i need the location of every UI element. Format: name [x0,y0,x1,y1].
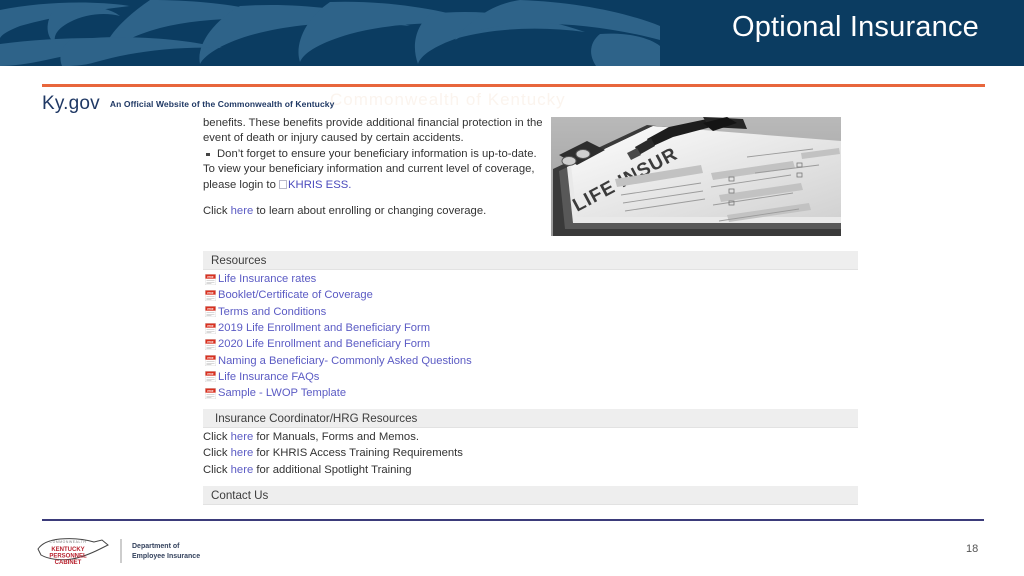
enrolling-paragraph: Click here to learn about enrolling or c… [203,204,548,219]
resource-link[interactable]: Terms and Conditions [218,306,326,318]
coordinator-line: Click here for Manuals, Forms and Memos. [203,429,463,445]
svg-text:PDF: PDF [207,340,213,344]
svg-text:PDF: PDF [207,307,213,311]
svg-text:PDF: PDF [207,356,213,360]
coordinator-links: Click here for Manuals, Forms and Memos.… [203,429,463,478]
click-prefix: Click [203,463,231,476]
broken-image-icon [279,179,287,189]
kygov-gov: .gov [63,93,100,114]
page-number: 18 [966,543,979,555]
click-prefix: Click [203,205,231,218]
logo-line-1: KENTUCKY [51,547,84,553]
pdf-icon: PDF [205,289,216,301]
list-item: Don’t forget to ensure your beneficiary … [203,147,548,162]
svg-text:PDF: PDF [207,324,213,328]
resource-link[interactable]: Life Insurance rates [218,273,316,285]
webpage-screenshot: Commonwealth of Kentucky Ky.gov An Offic… [0,66,1024,512]
click-prefix: Click [203,431,231,443]
background-ghost-text: Commonwealth of Kentucky [330,90,566,109]
list-item[interactable]: PDF Life Insurance FAQs [205,369,472,385]
coordinator-line: Click here for additional Spotlight Trai… [203,462,463,478]
beneficiary-text: To view your beneficiary information and… [203,163,535,191]
section-title-resources: Resources [211,254,267,267]
logo-line-3: CABINET [55,560,82,566]
bullet-list: Don’t forget to ensure your beneficiary … [203,147,548,162]
resource-link[interactable]: Naming a Beneficiary- Commonly Asked Que… [218,355,472,367]
section-header-contact: Contact Us [203,486,858,505]
footer-divider [42,519,984,521]
paragraph-continued: benefits. These benefits provide additio… [203,117,543,145]
section-title-contact: Contact Us [211,489,269,502]
svg-text:PDF: PDF [207,389,213,393]
khris-ess-link[interactable]: KHRIS ESS. [288,179,351,191]
resources-list: PDF Life Insurance rates PDF Booklet/Cer… [205,271,472,401]
beneficiary-paragraph: To view your beneficiary information and… [203,162,548,193]
list-item[interactable]: PDF 2019 Life Enrollment and Beneficiary… [205,320,472,336]
orange-divider [42,84,985,87]
pdf-icon: PDF [205,306,216,318]
here-link-spotlight[interactable]: here [231,464,254,476]
dept-line-1: Department of [132,543,180,550]
svg-text:PDF: PDF [207,275,213,279]
resource-link[interactable]: Booklet/Certificate of Coverage [218,289,373,301]
title-banner: Optional Insurance [0,0,1024,66]
svg-text:PDF: PDF [207,372,213,376]
click-prefix: Click [203,447,231,460]
here-link-khris-training[interactable]: here [231,447,254,459]
logo-line-2: PERSONNEL [49,554,87,560]
kygov-logo[interactable]: Ky.gov An Official Website of the Common… [42,93,334,115]
click-suffix: for Manuals, Forms and Memos. [253,431,419,443]
pdf-icon: PDF [205,355,216,367]
kygov-tagline: An Official Website of the Commonwealth … [109,99,335,109]
pdf-icon: PDF [205,322,216,334]
dept-line-2: Employee Insurance [132,553,200,560]
page-body-column: benefits. These benefits provide additio… [203,116,548,219]
list-item[interactable]: PDF 2020 Life Enrollment and Beneficiary… [205,336,472,352]
slide-title: Optional Insurance [731,11,979,43]
list-item[interactable]: PDF Terms and Conditions [205,304,472,320]
here-link-enrolling[interactable]: here [231,205,254,217]
resource-link[interactable]: Life Insurance FAQs [218,371,319,383]
pdf-icon: PDF [205,387,216,399]
banner-swirl-art [0,0,660,66]
pdf-icon: PDF [205,273,216,285]
list-item[interactable]: PDF Booklet/Certificate of Coverage [205,287,472,303]
pdf-icon: PDF [205,371,216,383]
kentucky-personnel-cabinet-logo: COMMONWEALTH KENTUCKY PERSONNEL CABINET … [37,538,200,566]
photo-graphic: LIFE INSUR [551,117,841,236]
slide: Optional Insurance Commonwealth of Kentu… [0,0,1024,576]
kygov-ky: Ky [42,93,64,114]
resource-link[interactable]: 2020 Life Enrollment and Beneficiary For… [218,338,430,350]
click-suffix: to learn about enrolling or changing cov… [253,205,487,218]
life-insurance-photo: LIFE INSUR [551,117,841,236]
list-item[interactable]: PDF Life Insurance rates [205,271,472,287]
resource-link[interactable]: Sample - LWOP Template [218,387,346,399]
list-item[interactable]: PDF Naming a Beneficiary- Commonly Asked… [205,352,472,368]
section-header-coordinator: Insurance Coordinator/HRG Resources [203,409,858,428]
pdf-icon: PDF [205,338,216,350]
section-title-coordinator: Insurance Coordinator/HRG Resources [215,412,418,425]
coordinator-line: Click here for KHRIS Access Training Req… [203,445,463,461]
kygov-wordmark: Ky.gov [42,93,100,115]
click-suffix: for KHRIS Access Training Requirements [253,447,463,460]
svg-text:COMMONWEALTH: COMMONWEALTH [50,540,87,544]
list-item[interactable]: PDF Sample - LWOP Template [205,385,472,401]
here-link-manuals[interactable]: here [231,431,254,443]
svg-text:PDF: PDF [207,291,213,295]
section-header-resources: Resources [203,251,858,270]
resource-link[interactable]: 2019 Life Enrollment and Beneficiary For… [218,322,430,334]
click-suffix: for additional Spotlight Training [253,463,412,476]
